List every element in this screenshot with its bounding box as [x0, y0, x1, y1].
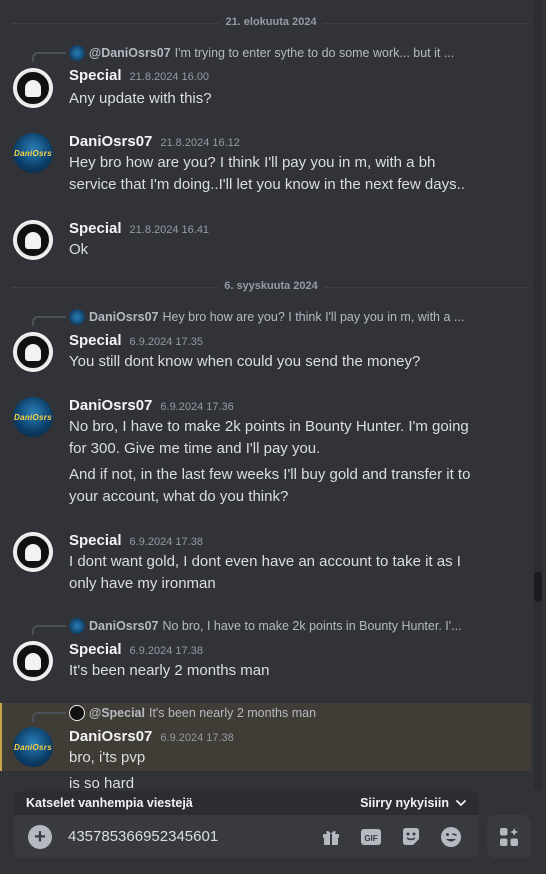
author-name[interactable]: DaniOsrs07 [69, 397, 152, 414]
message-text: I dont want gold, I dont even have an ac… [69, 553, 461, 592]
reply-connector [32, 625, 66, 635]
message-header: Special 21.8.2024 16.41 [69, 220, 209, 237]
avatar[interactable]: DaniOsrs [13, 133, 53, 173]
message-header: Special 6.9.2024 17.35 [69, 332, 203, 349]
reply-preview[interactable]: DaniOsrs07 Hey bro how are you? I think … [69, 309, 486, 325]
reply-avatar [69, 705, 85, 721]
timestamp: 6.9.2024 17.36 [160, 401, 234, 413]
apps-button[interactable] [487, 815, 531, 858]
avatar-logo-text: DaniOsrs [14, 148, 52, 158]
reply-preview[interactable]: @DaniOsrs07 I'm trying to enter sythe to… [69, 45, 486, 61]
gif-label: GIF [364, 834, 377, 843]
avatar[interactable] [13, 332, 53, 372]
timestamp: 21.8.2024 16.12 [160, 137, 240, 149]
timestamp: 21.8.2024 16.00 [129, 71, 210, 83]
message-composer[interactable]: + 435785366952345601 GIF [14, 815, 479, 858]
author-name[interactable]: Special [69, 67, 122, 84]
gift-icon[interactable] [319, 825, 343, 849]
date-divider-label: 6. syyskuuta 2024 [218, 280, 324, 292]
older-messages-bar: Katselet vanhempia viestejä Siirry nykyi… [14, 791, 479, 815]
jump-to-present-button[interactable]: Siirry nykyisiin [360, 796, 467, 810]
date-divider: 6. syyskuuta 2024 [12, 280, 530, 292]
timestamp: 6.9.2024 17.38 [129, 536, 203, 548]
date-divider-label: 21. elokuuta 2024 [219, 16, 323, 28]
message-header: DaniOsrs07 6.9.2024 17.38 [69, 728, 234, 745]
reply-author[interactable]: DaniOsrs07 [89, 619, 158, 633]
avatar[interactable]: DaniOsrs [13, 397, 53, 437]
reply-avatar [69, 309, 85, 325]
author-name[interactable]: Special [69, 332, 122, 349]
gif-icon[interactable]: GIF [359, 825, 383, 849]
plus-icon[interactable]: + [28, 824, 52, 849]
message-text: bro, i'ts pvp [69, 749, 146, 766]
reply-author[interactable]: @DaniOsrs07 [89, 46, 171, 60]
reply-author[interactable]: @Special [89, 706, 145, 720]
avatar[interactable] [13, 641, 53, 681]
message-text: It's been nearly 2 months man [69, 662, 270, 679]
date-divider: 21. elokuuta 2024 [12, 16, 530, 28]
apps-icon[interactable] [498, 826, 520, 848]
author-name[interactable]: Special [69, 532, 122, 549]
message-text: Hey bro how are you? I think I'll pay yo… [69, 154, 465, 193]
message-text: You still dont know when could you send … [69, 353, 421, 370]
reply-avatar [69, 45, 85, 61]
avatar-logo-text: DaniOsrs [14, 412, 52, 422]
reply-preview[interactable]: DaniOsrs07 No bro, I have to make 2k poi… [69, 618, 486, 634]
reply-avatar [69, 618, 85, 634]
message-header: DaniOsrs07 21.8.2024 16.12 [69, 133, 240, 150]
message-header: DaniOsrs07 6.9.2024 17.36 [69, 397, 234, 414]
scrollbar-thumb[interactable] [534, 572, 542, 602]
reply-connector [32, 52, 66, 62]
avatar[interactable] [13, 220, 53, 260]
message-text: No bro, I have to make 2k points in Boun… [69, 418, 469, 457]
message-input[interactable]: 435785366952345601 [68, 828, 319, 845]
timestamp: 6.9.2024 17.38 [129, 645, 203, 657]
emoji-icon[interactable] [439, 825, 463, 849]
reply-text[interactable]: It's been nearly 2 months man [149, 706, 316, 720]
author-name[interactable]: Special [69, 220, 122, 237]
chevron-down-icon[interactable] [455, 797, 467, 809]
reply-connector [32, 712, 66, 722]
avatar[interactable] [13, 532, 53, 572]
message-text: Any update with this? [69, 90, 212, 107]
avatar-logo-text: DaniOsrs [14, 742, 52, 752]
message-header: Special 6.9.2024 17.38 [69, 532, 203, 549]
reply-text[interactable]: I'm trying to enter sythe to do some wor… [175, 46, 455, 60]
message-text: Ok [69, 241, 89, 258]
timestamp: 6.9.2024 17.35 [129, 336, 203, 348]
reply-author[interactable]: DaniOsrs07 [89, 310, 158, 324]
scrollbar-track[interactable] [534, 0, 542, 790]
avatar[interactable] [13, 68, 53, 108]
timestamp: 6.9.2024 17.38 [160, 732, 234, 744]
message-text: And if not, in the last few weeks I'll b… [69, 466, 471, 505]
reply-preview[interactable]: @Special It's been nearly 2 months man [69, 705, 486, 721]
older-messages-notice: Katselet vanhempia viestejä [26, 796, 193, 810]
reply-text[interactable]: No bro, I have to make 2k points in Boun… [162, 619, 461, 633]
message-header: Special 6.9.2024 17.38 [69, 641, 203, 658]
chat-area: 21. elokuuta 2024 @DaniOsrs07 I'm trying… [0, 0, 546, 874]
author-name[interactable]: Special [69, 641, 122, 658]
jump-to-present-label[interactable]: Siirry nykyisiin [360, 796, 449, 810]
author-name[interactable]: DaniOsrs07 [69, 728, 152, 745]
timestamp: 21.8.2024 16.41 [129, 224, 210, 236]
reply-connector [32, 316, 66, 326]
message-header: Special 21.8.2024 16.00 [69, 67, 209, 84]
author-name[interactable]: DaniOsrs07 [69, 133, 152, 150]
reply-text[interactable]: Hey bro how are you? I think I'll pay yo… [162, 310, 464, 324]
avatar[interactable]: DaniOsrs [13, 727, 53, 767]
sticker-icon[interactable] [399, 825, 423, 849]
